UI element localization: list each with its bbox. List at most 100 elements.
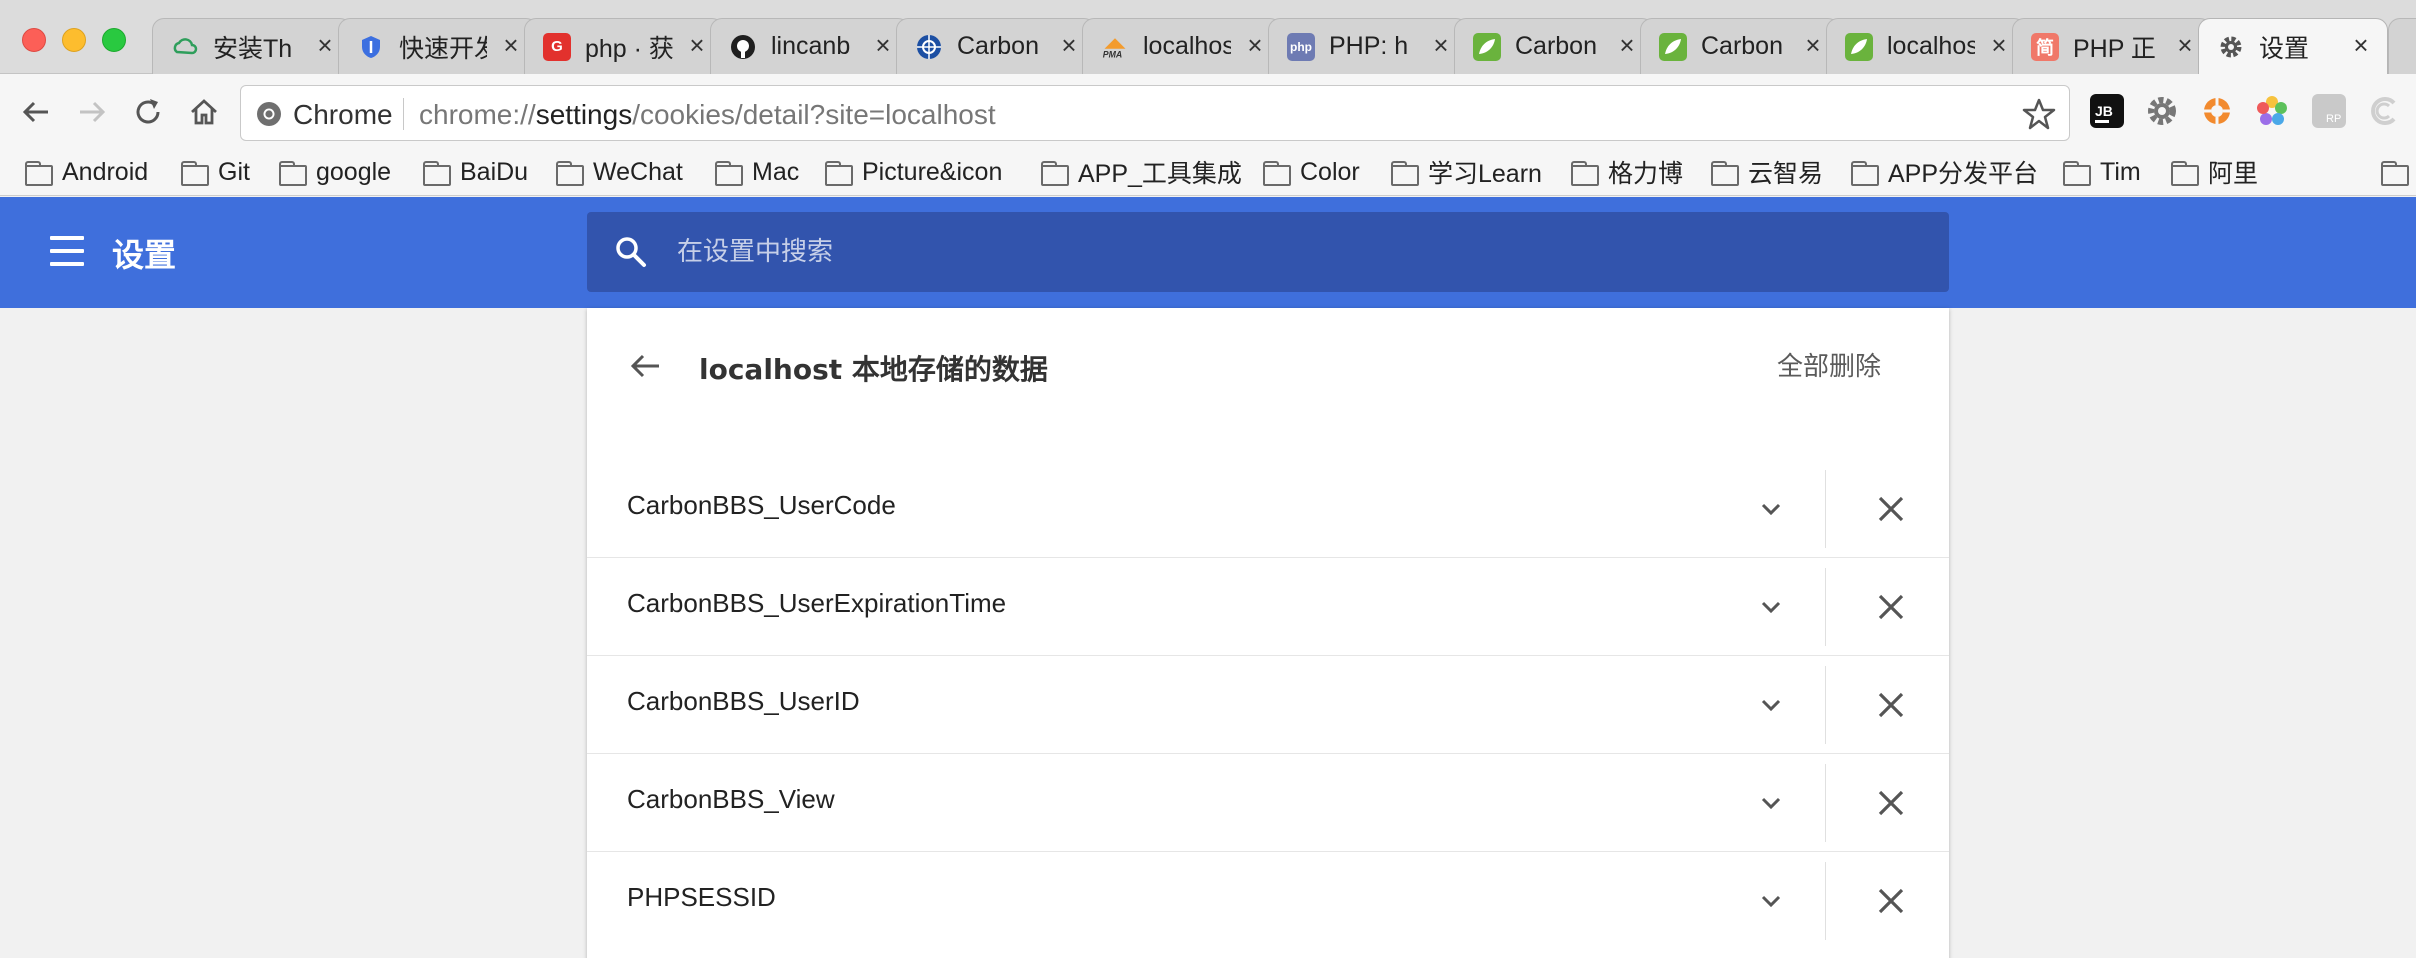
- forward-button[interactable]: [72, 92, 112, 132]
- window-minimize-button[interactable]: [62, 28, 86, 52]
- tab-title: PHP 正: [2073, 34, 2156, 63]
- folder-icon: [714, 160, 744, 186]
- cookie-name: CarbonBBS_View: [627, 784, 835, 814]
- tab-close-icon[interactable]: ×: [2173, 32, 2197, 58]
- bookmark-folder[interactable]: BaiDu: [422, 152, 528, 192]
- tab-title: 设置: [2259, 35, 2310, 63]
- chevron-down-icon[interactable]: [1753, 589, 1789, 625]
- browser-tab[interactable]: Carbon ×: [896, 18, 1096, 74]
- tab-close-icon[interactable]: ×: [1615, 32, 1639, 58]
- browser-tab[interactable]: php PHP: h ×: [1268, 18, 1468, 74]
- bookmark-folder[interactable]: APP_工具集成: [1040, 152, 1242, 192]
- tab-title: localhost: [1143, 32, 1231, 60]
- bookmark-folder[interactable]: 阿里: [2170, 152, 2258, 192]
- jetbrains-extension-icon[interactable]: JB: [2090, 94, 2124, 128]
- shield-icon: [357, 33, 385, 61]
- browser-tab[interactable]: PMA localhost ×: [1082, 18, 1282, 74]
- rp-extension-icon[interactable]: RP: [2312, 94, 2346, 128]
- swirl-extension-icon[interactable]: [2368, 94, 2402, 128]
- tab-close-icon[interactable]: ×: [1243, 32, 1267, 58]
- tab-title: 安装Th: [213, 34, 293, 63]
- tab-close-icon[interactable]: ×: [871, 32, 895, 58]
- back-arrow-icon[interactable]: [627, 348, 663, 384]
- close-icon[interactable]: [1871, 685, 1911, 725]
- remove-all-button[interactable]: 全部删除: [1777, 346, 1881, 383]
- folder-icon: [422, 160, 452, 186]
- bookmark-folder[interactable]: WeChat: [555, 152, 683, 192]
- lifebuoy-extension-icon[interactable]: [2200, 94, 2234, 128]
- bookmark-folder[interactable]: Android: [24, 152, 148, 192]
- bookmark-folder[interactable]: Tim: [2062, 152, 2141, 192]
- tab-close-icon[interactable]: ×: [1801, 32, 1825, 58]
- new-tab-button[interactable]: [2388, 18, 2416, 74]
- folder-icon: [278, 160, 308, 186]
- leaf-icon: [1845, 32, 1873, 61]
- cookie-row: CarbonBBS_UserExpirationTime: [587, 558, 1949, 656]
- svg-text:JB: JB: [2095, 103, 2113, 119]
- close-icon[interactable]: [1871, 783, 1911, 823]
- tab-close-icon[interactable]: ×: [1429, 32, 1453, 58]
- tab-close-icon[interactable]: ×: [1057, 32, 1081, 58]
- settings-gear-extension-icon[interactable]: [2145, 94, 2179, 128]
- bookmark-folder[interactable]: APP分发平台: [1850, 152, 2038, 192]
- folder-icon: [2062, 160, 2092, 186]
- chevron-down-icon[interactable]: [1753, 785, 1789, 821]
- address-bar[interactable]: Chrome chrome://settings/cookies/detail?…: [240, 85, 2070, 141]
- bookmark-folder[interactable]: Git: [180, 152, 250, 192]
- reload-button[interactable]: [128, 92, 168, 132]
- browser-tab[interactable]: 安装Th ×: [152, 18, 352, 74]
- folder-icon: [1390, 160, 1420, 186]
- close-icon[interactable]: [1871, 881, 1911, 921]
- close-icon[interactable]: [1871, 489, 1911, 529]
- search-input[interactable]: [677, 232, 1877, 272]
- tab-close-icon[interactable]: ×: [313, 32, 337, 58]
- bookmark-folder[interactable]: Mac: [714, 152, 799, 192]
- pma-icon: PMA: [1101, 33, 1129, 61]
- reload-icon: [136, 99, 160, 124]
- cookie-name: CarbonBBS_UserExpirationTime: [627, 588, 1007, 618]
- bookmark-overflow-folder[interactable]: [2380, 152, 2410, 192]
- folder-icon: [1850, 160, 1880, 186]
- photos-extension-icon[interactable]: [2255, 94, 2289, 128]
- bookmark-star-icon[interactable]: [2021, 96, 2057, 132]
- tab-close-icon[interactable]: ×: [1987, 32, 2011, 58]
- chevron-down-icon[interactable]: [1753, 883, 1789, 919]
- browser-tab[interactable]: localhost ×: [1826, 18, 2026, 74]
- browser-tab-active[interactable]: 设置 ×: [2198, 18, 2388, 75]
- tab-title: Carbon: [957, 32, 1039, 60]
- window-close-button[interactable]: [22, 28, 46, 52]
- browser-toolbar: Chrome chrome://settings/cookies/detail?…: [0, 74, 2416, 150]
- row-divider: [1825, 470, 1826, 548]
- tab-close-icon[interactable]: ×: [499, 32, 523, 58]
- bookmark-folder[interactable]: 学习Learn: [1390, 152, 1542, 192]
- bookmark-folder[interactable]: 云智易: [1710, 152, 1823, 192]
- tab-close-icon[interactable]: ×: [685, 32, 709, 58]
- leaf-icon: [1659, 32, 1687, 61]
- url-text[interactable]: chrome://settings/cookies/detail?site=lo…: [419, 99, 996, 131]
- chevron-down-icon[interactable]: [1753, 491, 1789, 527]
- chevron-down-icon[interactable]: [1753, 687, 1789, 723]
- tab-close-icon[interactable]: ×: [2349, 32, 2373, 58]
- row-divider: [1825, 764, 1826, 842]
- browser-tab[interactable]: Carbon ×: [1640, 18, 1840, 74]
- browser-tab[interactable]: Carbon ×: [1454, 18, 1654, 74]
- browser-tab[interactable]: 简 PHP 正 ×: [2012, 18, 2212, 74]
- tab-title: 快速开发: [399, 34, 487, 63]
- browser-tab[interactable]: lincanb ×: [710, 18, 910, 74]
- bookmark-folder[interactable]: Picture&icon: [824, 152, 1002, 192]
- settings-search[interactable]: [587, 212, 1949, 292]
- hamburger-menu-icon[interactable]: [50, 236, 84, 266]
- folder-icon: [2170, 160, 2200, 186]
- bookmark-folder[interactable]: 格力博: [1570, 152, 1683, 192]
- bookmark-folder[interactable]: Color: [1262, 152, 1360, 192]
- svg-text:PMA: PMA: [1103, 49, 1122, 59]
- row-divider: [1825, 862, 1826, 940]
- bookmark-folder[interactable]: google: [278, 152, 391, 192]
- browser-tab[interactable]: 快速开发 ×: [338, 18, 538, 74]
- close-icon[interactable]: [1871, 587, 1911, 627]
- browser-tab[interactable]: G php · 获 ×: [524, 18, 724, 74]
- back-button[interactable]: [16, 92, 56, 132]
- home-button[interactable]: [184, 92, 224, 132]
- window-zoom-button[interactable]: [102, 28, 126, 52]
- home-icon: [191, 99, 217, 125]
